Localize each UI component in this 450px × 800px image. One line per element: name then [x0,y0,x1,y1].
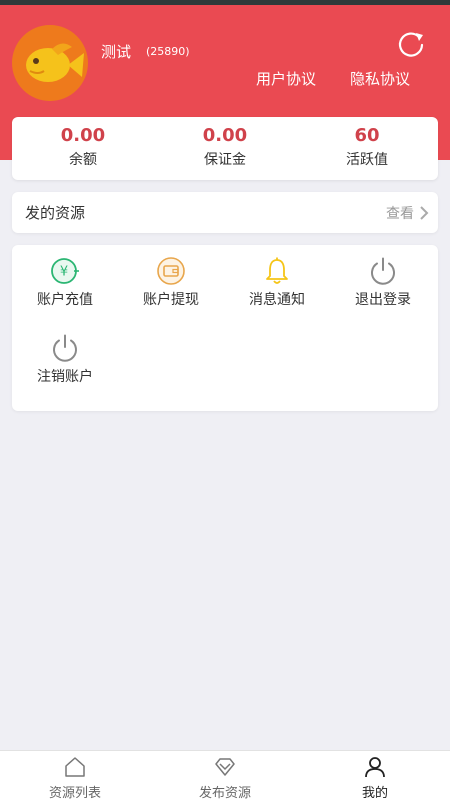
menu-item-delete-account[interactable]: 注销账户 [12,322,118,392]
menu-label: 账户充值 [37,292,93,308]
bottom-tab-bar: 资源列表 发布资源 我的 [0,750,450,800]
stat-label: 余额 [69,152,97,168]
tab-label: 发布资源 [198,786,251,800]
chevron-right-icon [420,206,429,220]
tab-label: 我的 [361,786,388,800]
tab-label: 资源列表 [48,786,101,800]
refresh-icon [398,32,424,57]
wallet-icon [157,257,185,285]
stat-value: 60 [354,125,380,146]
fish-logo-icon [26,43,84,82]
view-more-link[interactable]: 查看 [386,203,414,223]
menu-item-logout[interactable]: 退出登录 [330,245,436,315]
home-icon [65,757,85,777]
tab-publish-resource[interactable]: 发布资源 [150,751,300,800]
stat-value: 0.00 [202,125,248,146]
svg-text:¥: ¥ [60,265,68,280]
bell-icon [266,257,288,284]
menu-card: ¥ 账户充值 账户提现 消息通知 退出登录 注销账户 [12,245,438,411]
menu-item-withdraw[interactable]: 账户提现 [118,245,224,315]
stat-deposit[interactable]: 0.00 保证金 [154,117,296,180]
resources-title: 发的资源 [25,204,86,222]
menu-item-recharge[interactable]: ¥ 账户充值 [12,245,118,315]
user-agreement-link[interactable]: 用户协议 [256,68,316,89]
stat-balance[interactable]: 0.00 余额 [12,117,154,180]
stat-value: 0.00 [60,125,106,146]
diamond-icon [215,758,235,776]
menu-label: 消息通知 [249,292,305,308]
recharge-icon: ¥ [51,258,79,284]
menu-label: 注销账户 [37,369,93,385]
menu-label: 账户提现 [143,292,199,308]
power-icon [53,334,77,362]
refresh-button[interactable] [396,28,426,58]
stat-activity[interactable]: 60 活跃值 [296,117,438,180]
stat-label: 保证金 [204,152,246,168]
avatar[interactable] [12,25,88,101]
menu-item-notifications[interactable]: 消息通知 [224,245,330,315]
stat-label: 活跃值 [346,152,388,168]
user-icon [365,757,385,778]
tab-mine[interactable]: 我的 [300,751,450,800]
stats-card: 0.00 余额 0.00 保证金 60 活跃值 [12,117,438,180]
username: 测试 [101,43,132,61]
menu-label: 退出登录 [355,292,411,308]
my-resources-row[interactable]: 发的资源 查看 [12,192,438,233]
power-icon [371,257,395,285]
tab-resource-list[interactable]: 资源列表 [0,751,150,800]
privacy-agreement-link[interactable]: 隐私协议 [350,68,410,89]
user-id: (25890) [146,45,190,58]
